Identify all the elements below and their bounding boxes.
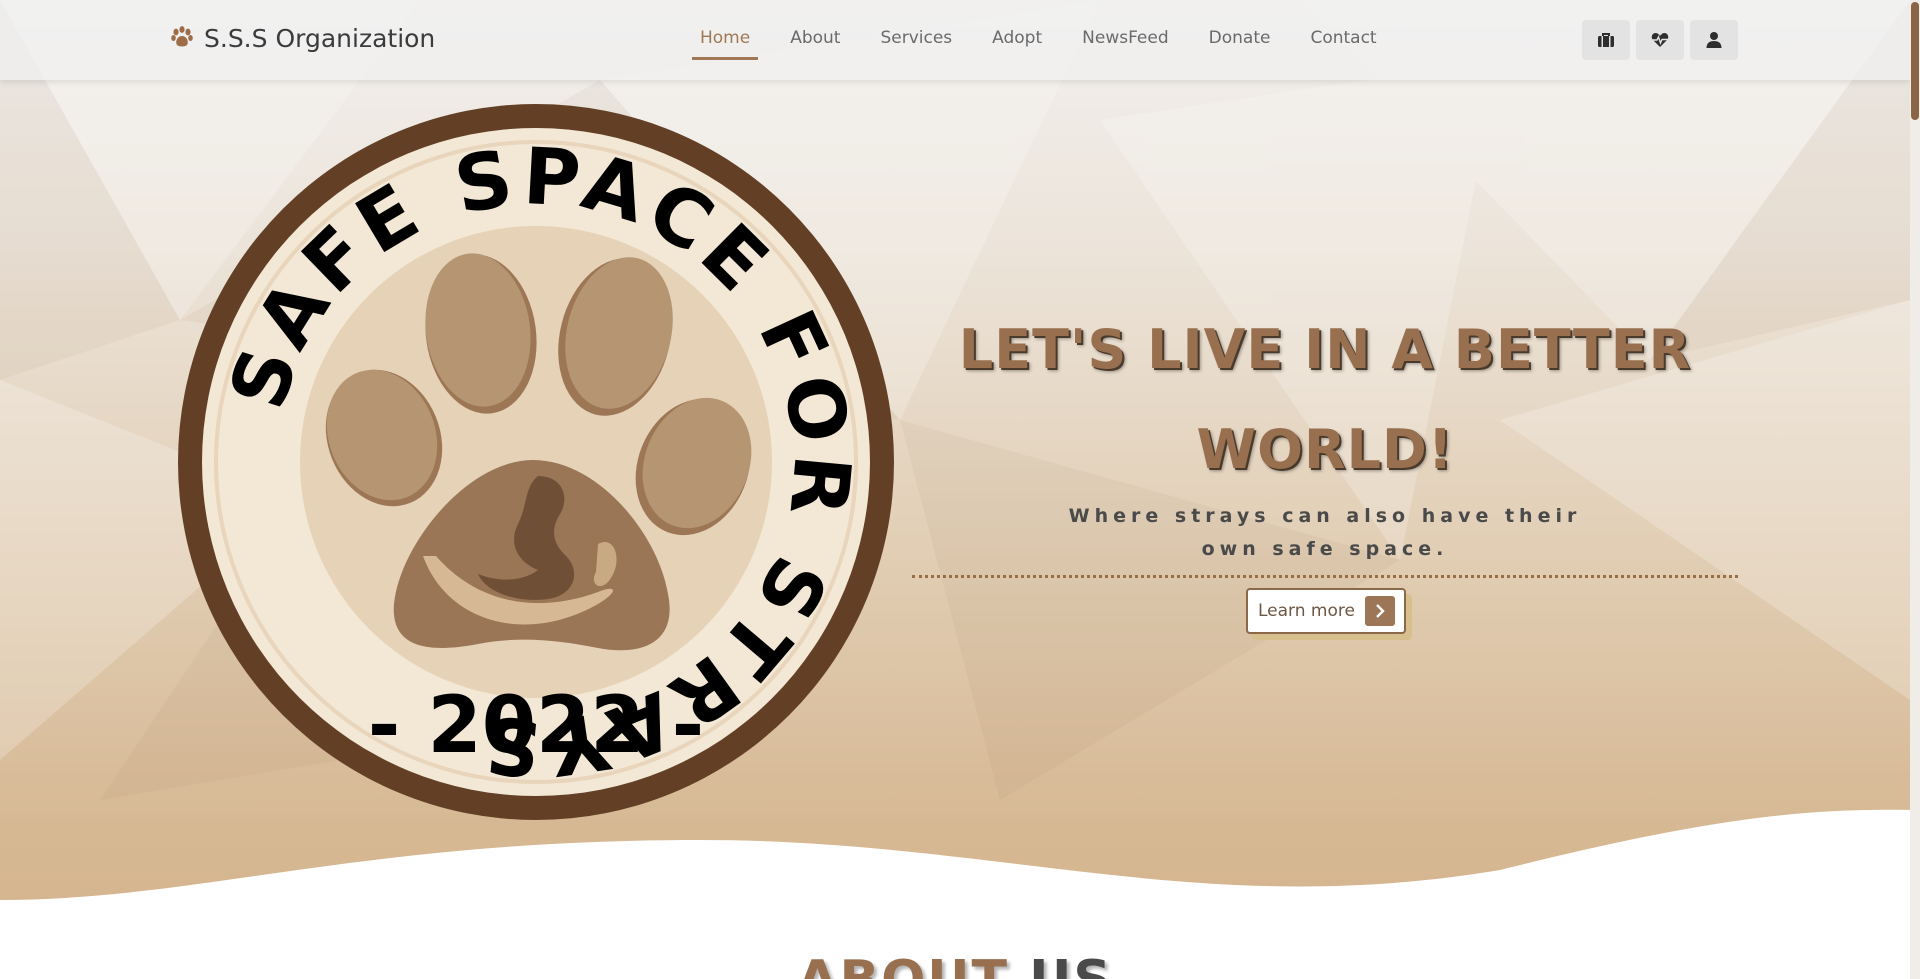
dotted-divider	[912, 575, 1738, 578]
nav-adopt[interactable]: Adopt	[972, 28, 1062, 60]
hero-subline: Where strays can also have their own saf…	[1060, 500, 1590, 566]
nav-about[interactable]: About	[770, 28, 860, 60]
nav-contact[interactable]: Contact	[1290, 28, 1396, 60]
scrollbar-track[interactable]	[1910, 0, 1920, 979]
hero-headline-line2: WORLD!	[1196, 418, 1454, 481]
briefcase-button[interactable]	[1582, 20, 1630, 60]
brand-name: S.S.S Organization	[204, 24, 436, 53]
hero-subline-line1: Where strays can also have their	[1068, 505, 1582, 527]
about-title-word2: US	[1029, 950, 1113, 979]
nav-icon-group	[1582, 20, 1738, 60]
learn-more-button[interactable]: Learn more	[1246, 588, 1406, 634]
nav-home[interactable]: Home	[680, 28, 770, 60]
navbar: S.S.S Organization Home About Services A…	[0, 0, 1910, 80]
user-icon	[1706, 32, 1722, 48]
nav-donate[interactable]: Donate	[1189, 28, 1291, 60]
about-section-title: ABOUT US	[0, 950, 1910, 979]
hero-subline-line2: own safe space.	[1201, 538, 1449, 560]
hero-section: S.S.S Organization Home About Services A…	[0, 0, 1910, 979]
hero-headline-line1: LET'S LIVE IN A BETTER	[958, 318, 1692, 381]
learn-more-label: Learn more	[1258, 601, 1355, 621]
about-title-word1: ABOUT	[797, 950, 1009, 979]
nav-newsfeed[interactable]: NewsFeed	[1062, 28, 1189, 60]
main-nav: Home About Services Adopt NewsFeed Donat…	[680, 28, 1397, 60]
logo-year: - 2022 -	[368, 681, 704, 771]
hero-headline: LET'S LIVE IN A BETTER WORLD!	[910, 300, 1740, 500]
sss-logo: SAFE SPACE FOR STRAYS - 2022 -	[178, 104, 894, 820]
paw-icon	[170, 25, 194, 53]
nav-services[interactable]: Services	[860, 28, 972, 60]
heartbeat-button[interactable]	[1636, 20, 1684, 60]
brand[interactable]: S.S.S Organization	[170, 24, 435, 53]
briefcase-icon	[1598, 33, 1614, 47]
heartbeat-icon	[1651, 33, 1669, 47]
scrollbar-thumb[interactable]	[1911, 2, 1919, 120]
user-button[interactable]	[1690, 20, 1738, 60]
chevron-right-icon	[1364, 596, 1395, 626]
